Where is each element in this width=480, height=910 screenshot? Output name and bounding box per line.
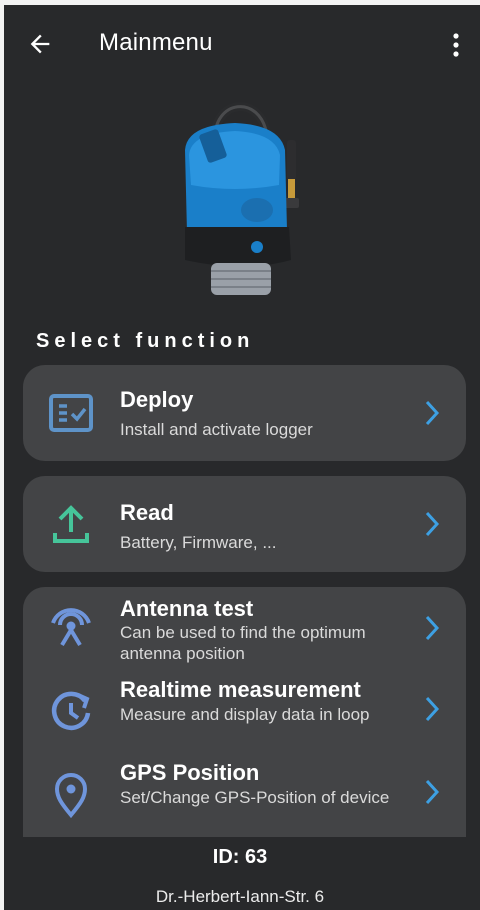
location-pin-icon xyxy=(54,773,88,819)
antenna-icon xyxy=(51,608,91,647)
timer-refresh-icon xyxy=(51,691,91,731)
menu-item-desc: Measure and display data in loop xyxy=(120,705,370,724)
checklist-icon xyxy=(49,394,93,432)
menu-item-label: Realtime measurement xyxy=(120,677,361,702)
menu-item-desc: Install and activate logger xyxy=(120,420,313,439)
menu-item-desc: Set/Change GPS-Position of device xyxy=(120,788,390,807)
menu-item-gps-position[interactable]: GPS Position Set/Change GPS-Position of … xyxy=(23,755,466,837)
menu-item-read[interactable]: Read Battery, Firmware, ... xyxy=(23,476,466,572)
app-bar: Mainmenu xyxy=(4,5,480,83)
menu-item-label: GPS Position xyxy=(120,760,260,785)
menu-item-realtime-measurement[interactable]: Realtime measurement Measure and display… xyxy=(23,671,466,753)
device-address: Dr.-Herbert-Iann-Str. 6 xyxy=(155,887,325,906)
chevron-right-icon xyxy=(425,615,440,641)
window-frame-left xyxy=(0,0,4,910)
chevron-right-icon xyxy=(425,400,440,426)
logger-device-image xyxy=(185,102,299,295)
chevron-right-icon xyxy=(425,779,440,805)
section-title: Select function xyxy=(36,330,255,352)
menu-item-label: Antenna test xyxy=(120,596,254,621)
more-vert-icon[interactable] xyxy=(446,31,466,59)
menu-item-desc: Can be used to find the optimum antenna … xyxy=(120,623,366,663)
menu-item-antenna-test[interactable]: Antenna test Can be used to find the opt… xyxy=(23,587,466,669)
menu-item-desc: Battery, Firmware, ... xyxy=(120,533,277,552)
page-title: Mainmenu xyxy=(99,29,213,56)
menu-item-label: Read xyxy=(120,500,174,525)
deploy-card[interactable]: Deploy Install and activate logger xyxy=(23,365,466,461)
chevron-right-icon xyxy=(425,696,440,722)
device-id: ID: 63 xyxy=(212,846,268,868)
read-card[interactable]: Read Battery, Firmware, ... xyxy=(23,476,466,572)
arrow-left-icon[interactable] xyxy=(26,30,54,58)
chevron-right-icon xyxy=(425,511,440,537)
tools-card: Antenna test Can be used to find the opt… xyxy=(23,587,466,837)
menu-item-label: Deploy xyxy=(120,387,194,412)
menu-item-deploy[interactable]: Deploy Install and activate logger xyxy=(23,365,466,461)
upload-icon xyxy=(53,505,89,543)
